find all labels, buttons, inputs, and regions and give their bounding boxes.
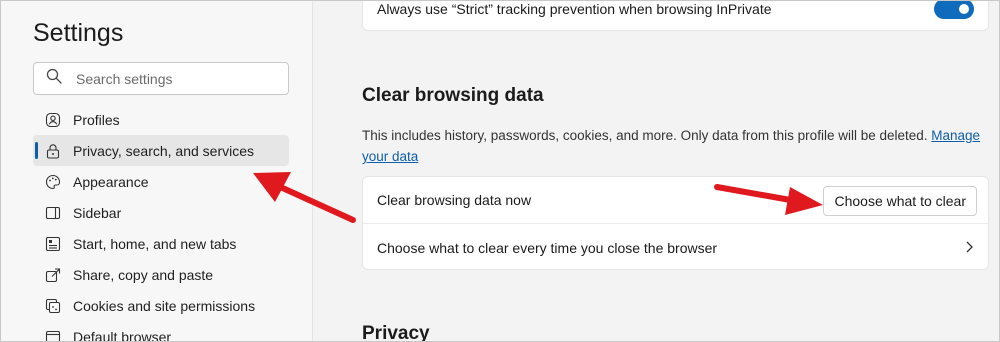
clear-browsing-description-text: This includes history, passwords, cookie… — [362, 128, 928, 143]
sidebar-item-label: Cookies and site permissions — [73, 297, 256, 314]
cookies-icon — [45, 298, 61, 314]
sidebar-item-start-home[interactable]: Start, home, and new tabs — [33, 228, 289, 259]
clear-browsing-section-title: Clear browsing data — [362, 85, 544, 106]
clear-on-close-row[interactable]: Choose what to clear every time you clos… — [363, 224, 988, 271]
sidebar-item-label: Sidebar — [73, 204, 122, 221]
sidebar-item-label: Privacy, search, and services — [73, 142, 255, 159]
sidebar: Settings Profiles Privacy, search, and s… — [1, 1, 313, 342]
home-tabs-icon — [45, 236, 61, 252]
settings-window: Settings Profiles Privacy, search, and s… — [0, 0, 1000, 342]
sidebar-item-default-browser[interactable]: Default browser — [33, 321, 289, 342]
privacy-section-title: Privacy — [362, 323, 430, 342]
strict-tracking-label: Always use “Strict” tracking prevention … — [377, 1, 772, 17]
sidebar-item-label: Profiles — [73, 111, 120, 128]
strict-tracking-card: Always use “Strict” tracking prevention … — [362, 1, 989, 31]
sidebar-item-label: Appearance — [73, 173, 149, 190]
search-box[interactable] — [33, 62, 289, 95]
sidebar-title: Settings — [33, 19, 124, 47]
sidebar-item-label: Share, copy and paste — [73, 266, 214, 283]
sidebar-item-cookies[interactable]: Cookies and site permissions — [33, 290, 289, 321]
search-icon — [46, 68, 62, 89]
sidebar-item-label: Start, home, and new tabs — [73, 235, 237, 252]
clear-now-label: Clear browsing data now — [377, 192, 532, 208]
strict-tracking-toggle[interactable] — [934, 1, 974, 19]
clear-on-close-label: Choose what to clear every time you clos… — [377, 239, 718, 256]
main-content: Always use “Strict” tracking prevention … — [314, 1, 999, 342]
search-input[interactable] — [76, 70, 276, 87]
clear-browsing-description: This includes history, passwords, cookie… — [362, 125, 992, 167]
choose-what-to-clear-button[interactable]: Choose what to clear — [823, 186, 977, 216]
share-icon — [45, 267, 61, 283]
sidebar-icon — [45, 205, 61, 221]
clear-browsing-card: Clear browsing data now Choose what to c… — [362, 176, 989, 270]
chevron-right-icon — [966, 241, 973, 253]
sidebar-nav: Profiles Privacy, search, and services A… — [33, 104, 289, 342]
clear-now-row: Clear browsing data now Choose what to c… — [363, 177, 988, 224]
sidebar-item-profiles[interactable]: Profiles — [33, 104, 289, 135]
profile-icon — [45, 112, 61, 128]
sidebar-item-sidebar[interactable]: Sidebar — [33, 197, 289, 228]
palette-icon — [45, 174, 61, 190]
browser-icon — [45, 329, 61, 341]
sidebar-item-share-copy[interactable]: Share, copy and paste — [33, 259, 289, 290]
sidebar-item-privacy[interactable]: Privacy, search, and services — [33, 135, 289, 166]
sidebar-item-label: Default browser — [73, 328, 172, 342]
sidebar-item-appearance[interactable]: Appearance — [33, 166, 289, 197]
lock-icon — [45, 143, 61, 159]
